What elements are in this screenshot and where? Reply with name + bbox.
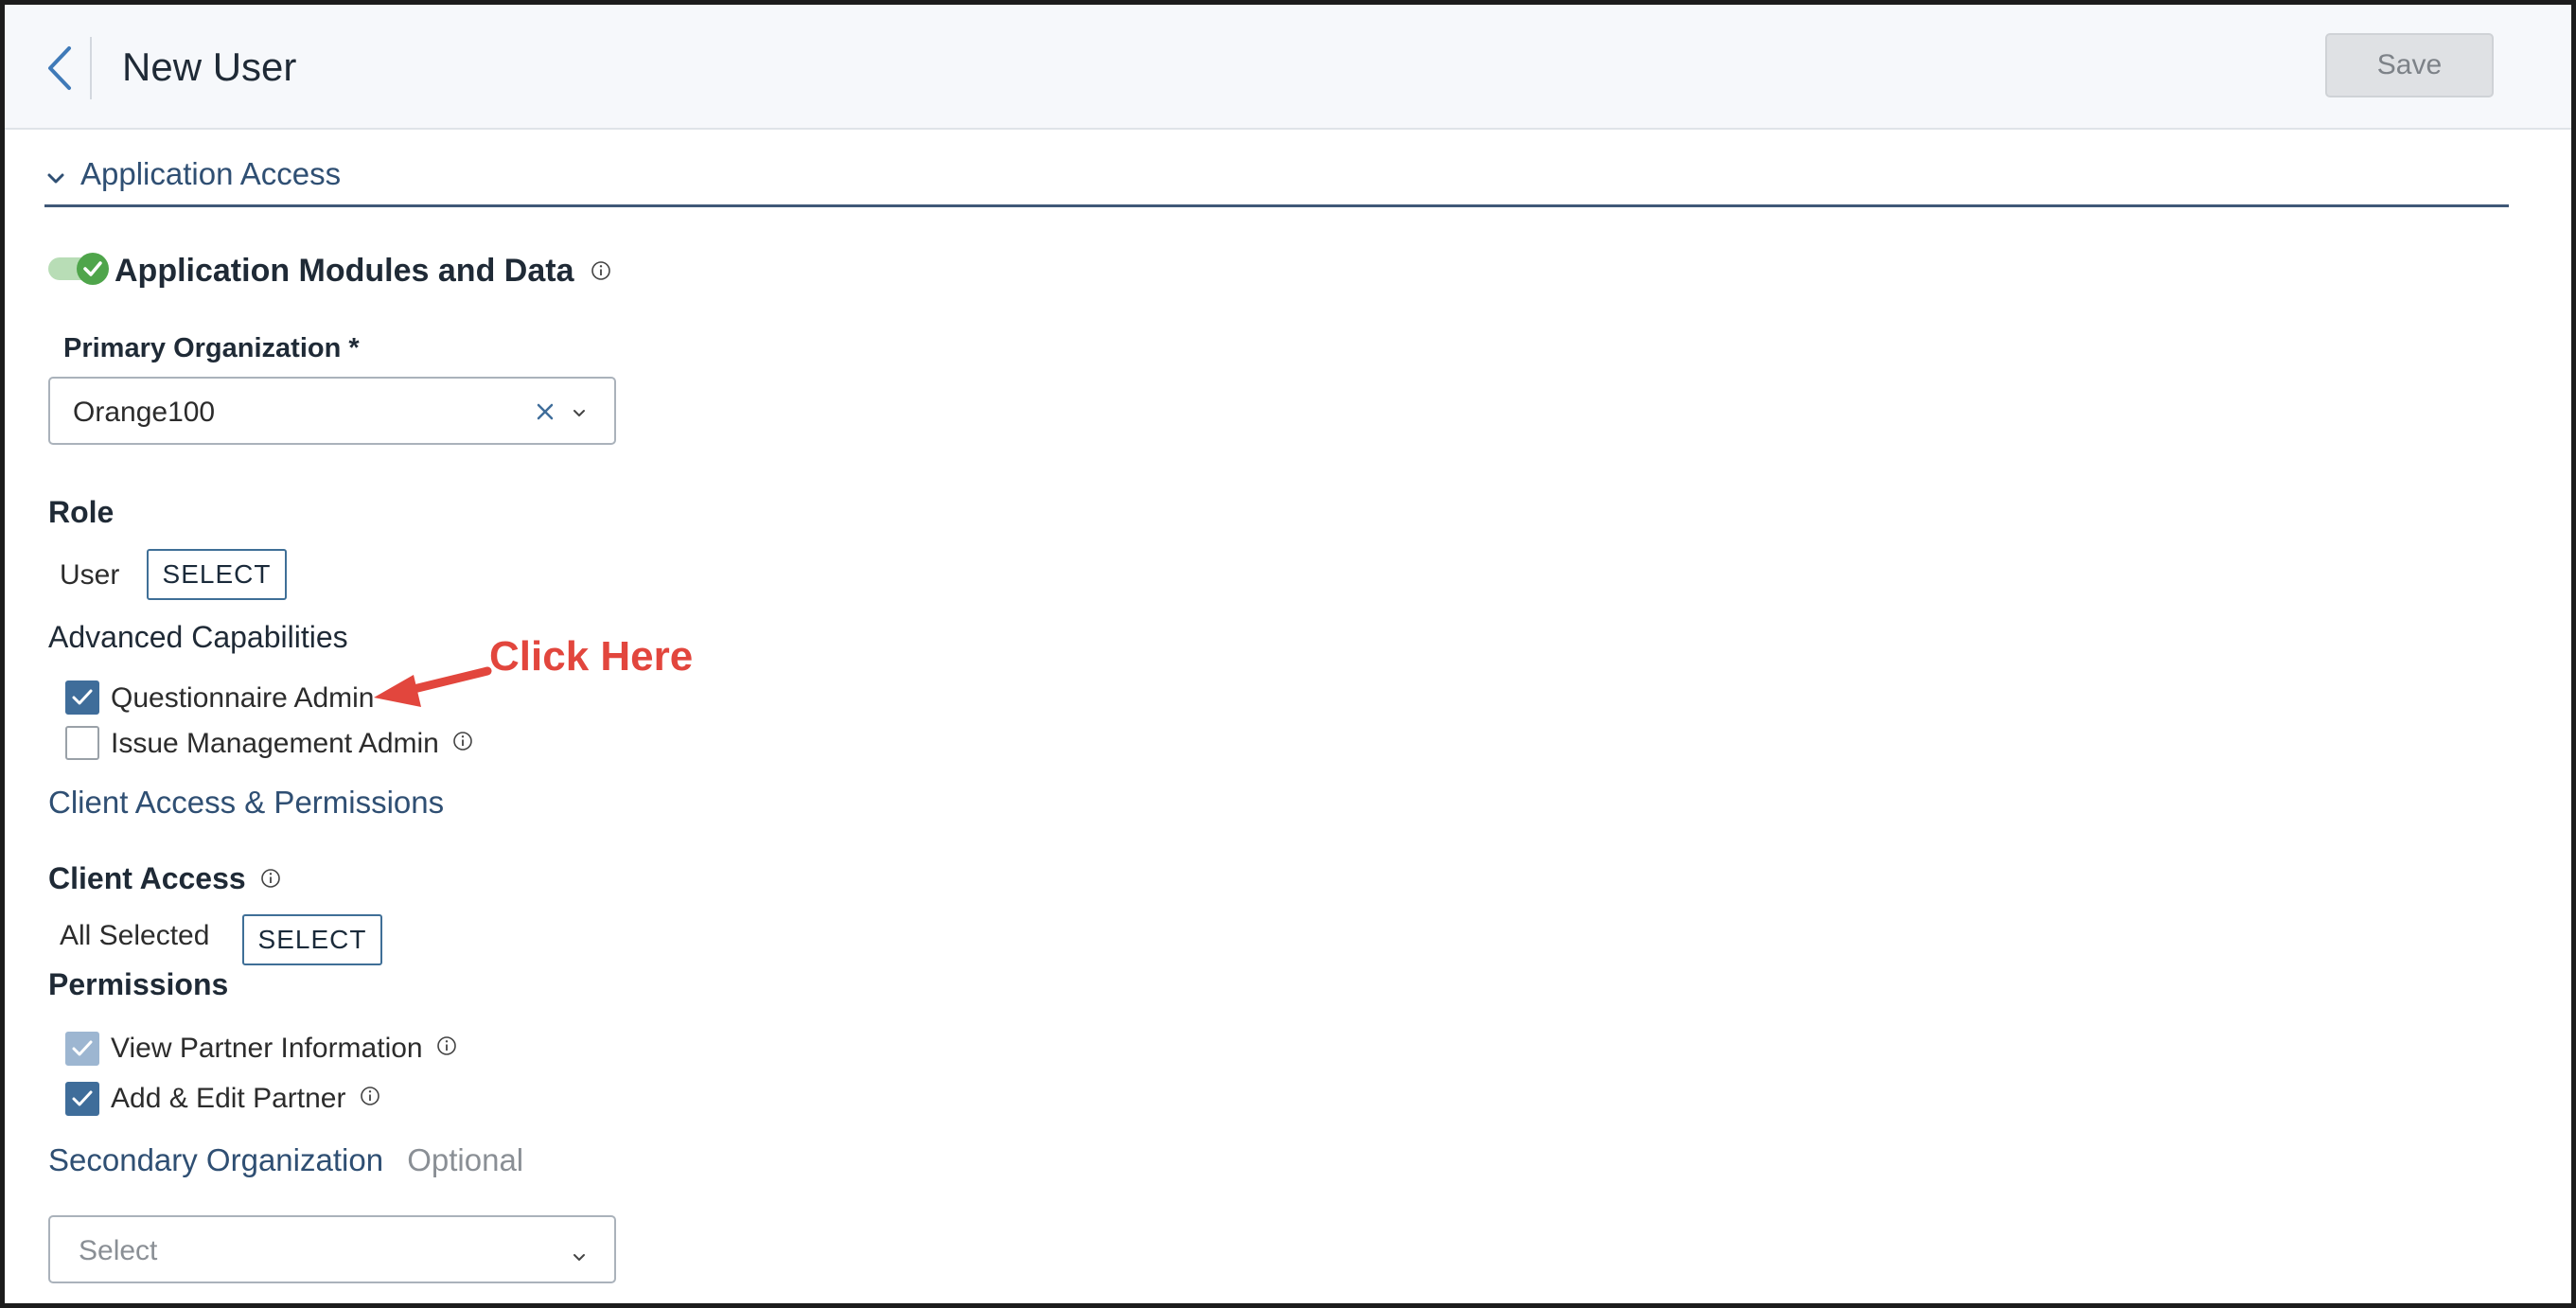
info-icon[interactable] xyxy=(436,1035,457,1056)
info-icon[interactable] xyxy=(360,1086,380,1106)
issue-management-admin-checkbox[interactable] xyxy=(65,726,99,760)
page-header: New User Save xyxy=(5,5,2571,130)
client-access-select-button[interactable]: SELECT xyxy=(242,914,382,965)
info-icon[interactable] xyxy=(260,868,281,889)
toggle-knob xyxy=(77,253,109,285)
modules-title: Application Modules and Data xyxy=(115,253,611,290)
chevron-down-icon xyxy=(47,173,64,184)
primary-org-value: Orange100 xyxy=(73,397,216,428)
questionnaire-admin-label: Questionnaire Admin xyxy=(111,682,375,714)
role-value: User xyxy=(60,559,120,591)
app-window: New User Save Application Access Applica… xyxy=(0,0,2576,1308)
issue-management-admin-text: Issue Management Admin xyxy=(111,728,439,759)
clear-icon[interactable] xyxy=(535,401,556,422)
view-partner-information-text: View Partner Information xyxy=(111,1033,423,1064)
secondary-org-placeholder: Select xyxy=(79,1235,158,1266)
check-icon xyxy=(83,261,102,276)
modules-toggle[interactable] xyxy=(48,253,109,285)
check-icon xyxy=(72,1090,93,1106)
info-icon[interactable] xyxy=(452,731,473,751)
click-here-annotation: Click Here xyxy=(489,633,694,680)
view-partner-information-label: View Partner Information xyxy=(111,1033,457,1065)
permissions-label: Permissions xyxy=(48,967,229,1001)
header-divider xyxy=(90,37,92,99)
check-icon xyxy=(72,1040,93,1056)
client-access-permissions-title: Client Access & Permissions xyxy=(48,785,445,820)
role-select-button[interactable]: SELECT xyxy=(147,549,287,600)
page-title: New User xyxy=(122,44,297,89)
questionnaire-admin-checkbox[interactable] xyxy=(65,681,99,715)
client-access-label: Client Access xyxy=(48,861,281,896)
section-title: Application Access xyxy=(80,156,342,191)
secondary-org-optional: Optional xyxy=(407,1142,524,1177)
add-edit-partner-checkbox[interactable] xyxy=(65,1082,99,1116)
client-access-text: Client Access xyxy=(48,861,246,895)
secondary-org-select[interactable]: Select xyxy=(48,1215,616,1283)
secondary-org-title-text: Secondary Organization xyxy=(48,1142,384,1177)
section-application-access[interactable]: Application Access xyxy=(44,156,2509,207)
modules-title-text: Application Modules and Data xyxy=(115,253,574,289)
chevron-down-icon[interactable] xyxy=(569,403,590,424)
secondary-org-title: Secondary Organization Optional xyxy=(48,1142,523,1178)
info-icon[interactable] xyxy=(591,260,611,281)
save-button[interactable]: Save xyxy=(2325,33,2494,97)
primary-org-label: Primary Organization * xyxy=(63,333,360,363)
check-icon xyxy=(72,689,93,705)
chevron-down-icon[interactable] xyxy=(569,1247,590,1268)
view-partner-information-checkbox[interactable] xyxy=(65,1032,99,1066)
client-access-value: All Selected xyxy=(60,920,210,951)
primary-org-select[interactable]: Orange100 xyxy=(48,377,616,445)
role-label: Role xyxy=(48,495,115,529)
back-button[interactable] xyxy=(41,41,79,96)
advanced-capabilities-label: Advanced Capabilities xyxy=(48,620,348,654)
issue-management-admin-label: Issue Management Admin xyxy=(111,728,473,760)
chevron-left-icon xyxy=(48,46,71,90)
add-edit-partner-text: Add & Edit Partner xyxy=(111,1083,346,1114)
add-edit-partner-label: Add & Edit Partner xyxy=(111,1083,380,1115)
